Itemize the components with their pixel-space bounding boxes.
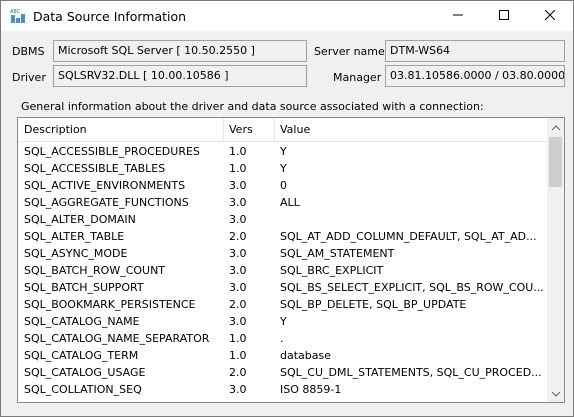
list-item[interactable]: SQL_ALTER_TABLE 2.0 SQL_AT_ADD_COLUMN_DEFA… (18, 228, 547, 245)
description-text: General information about the driver and… (21, 100, 484, 113)
row-value: SQL_AT_ADD_COLUMN_DEFAULT, SQL_AT_AD... (280, 230, 537, 243)
row-description: SQL_CATALOG_NAME (24, 315, 140, 328)
close-icon (544, 9, 556, 23)
list-item[interactable]: SQL_BOOKMARK_PERSISTENCE 2.0 SQL_BP_DELETE… (18, 296, 547, 313)
data-source-window: ABC Data Source Information DBMS Microso… (0, 0, 574, 417)
row-description: SQL_ASYNC_MODE (24, 247, 128, 260)
info-list[interactable]: Description Vers Value SQL_ACCESSIBLE_PR… (17, 117, 565, 403)
row-value: SQL_BP_DELETE, SQL_BP_UPDATE (280, 298, 467, 311)
row-version: 3.0 (229, 264, 247, 277)
list-item[interactable]: SQL_ASYNC_MODE 3.0 SQL_AM_STATEMENT (18, 245, 547, 262)
close-button[interactable] (527, 1, 573, 31)
row-version: 3.0 (229, 196, 247, 209)
scroll-up-icon (551, 121, 560, 133)
row-value: SQL_BS_SELECT_EXPLICIT, SQL_BS_ROW_COU..… (280, 281, 544, 294)
title-bar[interactable]: ABC Data Source Information (1, 1, 573, 31)
server-name-field: DTM-WS64 (385, 40, 565, 62)
server-name-label: Server name (314, 45, 385, 58)
row-description: SQL_ACTIVE_ENVIRONMENTS (24, 179, 186, 192)
list-item[interactable]: SQL_CATALOG_NAME 3.0 Y (18, 313, 547, 330)
row-version: 3.0 (229, 213, 247, 226)
row-value: . (280, 332, 284, 345)
row-value: database (280, 349, 331, 362)
list-item[interactable]: SQL_CATALOG_TERM 1.0 database (18, 347, 547, 364)
list-item[interactable]: SQL_ACTIVE_ENVIRONMENTS 3.0 0 (18, 177, 547, 194)
row-description: SQL_ALTER_DOMAIN (24, 213, 136, 226)
row-description: SQL_ACCESSIBLE_PROCEDURES (24, 145, 200, 158)
driver-field: SQLSRV32.DLL [ 10.00.10586 ] (53, 65, 307, 87)
row-description: SQL_CATALOG_NAME_SEPARATOR (24, 332, 210, 345)
row-description: SQL_CATALOG_USAGE (24, 366, 146, 379)
vertical-scrollbar[interactable] (547, 118, 564, 402)
row-version: 3.0 (229, 247, 247, 260)
row-version: 2.0 (229, 230, 247, 243)
column-header-value[interactable]: Value (274, 118, 547, 142)
minimize-button[interactable] (435, 1, 481, 31)
row-value: SQL_CU_DML_STATEMENTS, SQL_CU_PROCED... (280, 366, 542, 379)
row-version: 1.0 (229, 332, 247, 345)
list-item[interactable]: SQL_CATALOG_USAGE 2.0 SQL_CU_DML_STATEMENT… (18, 364, 547, 381)
row-value: Y (280, 162, 287, 175)
row-description: SQL_AGGREGATE_FUNCTIONS (24, 196, 189, 209)
list-item[interactable]: SQL_ACCESSIBLE_PROCEDURES 1.0 Y (18, 143, 547, 160)
row-description: SQL_CATALOG_TERM (24, 349, 139, 362)
row-version: 1.0 (229, 162, 247, 175)
row-value: ISO 8859-1 (280, 383, 342, 396)
svg-text:ABC: ABC (10, 9, 21, 15)
list-header: Description Vers Value (18, 118, 547, 142)
manager-label: Manager (333, 71, 382, 84)
row-version: 3.0 (229, 383, 247, 396)
row-version: 2.0 (229, 366, 247, 379)
list-rows: SQL_ACCESSIBLE_PROCEDURES 1.0 Y SQL_ACCESSI… (18, 143, 547, 398)
list-item[interactable]: SQL_AGGREGATE_FUNCTIONS 3.0 ALL (18, 194, 547, 211)
row-description: SQL_COLLATION_SEQ (24, 383, 142, 396)
maximize-button[interactable] (481, 1, 527, 31)
list-item[interactable]: SQL_COLLATION_SEQ 3.0 ISO 8859-1 (18, 381, 547, 398)
row-value: SQL_AM_STATEMENT (280, 247, 395, 260)
window-title: Data Source Information (33, 9, 187, 24)
row-description: SQL_ACCESSIBLE_TABLES (24, 162, 166, 175)
data-source-icon: ABC (9, 7, 27, 25)
row-version: 3.0 (229, 281, 247, 294)
scroll-up-button[interactable] (547, 118, 564, 135)
driver-label: Driver (12, 71, 46, 84)
row-version: 2.0 (229, 298, 247, 311)
list-item[interactable]: SQL_ACCESSIBLE_TABLES 1.0 Y (18, 160, 547, 177)
dbms-label: DBMS (12, 45, 45, 58)
scroll-down-button[interactable] (547, 385, 564, 402)
list-item[interactable]: SQL_ALTER_DOMAIN 3.0 (18, 211, 547, 228)
manager-field: 03.81.10586.0000 / 03.80.0000 (385, 65, 565, 87)
row-version: 3.0 (229, 179, 247, 192)
column-header-vers[interactable]: Vers (223, 118, 274, 142)
scroll-down-icon (551, 388, 560, 400)
row-value: Y (280, 315, 287, 328)
row-value: Y (280, 145, 287, 158)
row-version: 3.0 (229, 315, 247, 328)
scroll-thumb[interactable] (549, 137, 562, 187)
row-value: 0 (280, 179, 287, 192)
row-description: SQL_BOOKMARK_PERSISTENCE (24, 298, 196, 311)
row-value: SQL_BRC_EXPLICIT (280, 264, 384, 277)
maximize-icon (499, 9, 509, 23)
minimize-icon (453, 10, 463, 23)
row-version: 1.0 (229, 349, 247, 362)
row-value: ALL (280, 196, 300, 209)
list-item[interactable]: SQL_BATCH_SUPPORT 3.0 SQL_BS_SELECT_EXPLIC… (18, 279, 547, 296)
dbms-field: Microsoft SQL Server [ 10.50.2550 ] (53, 40, 307, 62)
row-version: 1.0 (229, 145, 247, 158)
row-description: SQL_BATCH_SUPPORT (24, 281, 144, 294)
list-item[interactable]: SQL_BATCH_ROW_COUNT 3.0 SQL_BRC_EXPLICIT (18, 262, 547, 279)
row-description: SQL_BATCH_ROW_COUNT (24, 264, 166, 277)
list-item[interactable]: SQL_CATALOG_NAME_SEPARATOR 1.0. (18, 330, 547, 347)
column-header-description[interactable]: Description (18, 118, 223, 142)
row-description: SQL_ALTER_TABLE (24, 230, 125, 243)
